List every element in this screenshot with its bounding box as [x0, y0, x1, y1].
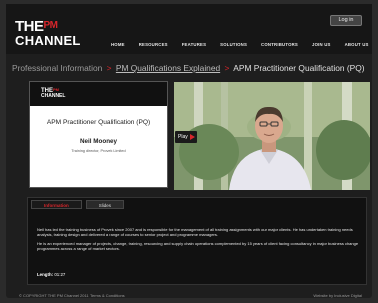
card-logo-pm: PM	[53, 87, 59, 92]
video-player[interactable]	[174, 82, 370, 190]
nav-item-resources[interactable]: RESOURCES	[132, 42, 175, 47]
info-tabs: Information Slides	[31, 200, 125, 209]
play-button[interactable]: Play	[175, 131, 197, 143]
breadcrumb-separator: >	[224, 63, 230, 73]
nav-item-contributors[interactable]: CONTRIBUTORS	[254, 42, 305, 47]
video-title-card: THEPM CHANNEL APM Practitioner Qualifica…	[29, 81, 168, 188]
login-button[interactable]: Log in	[330, 15, 362, 26]
nav-item-about-us[interactable]: ABOUT US	[338, 42, 376, 47]
nav-item-home[interactable]: HOME	[104, 42, 132, 47]
video-frame-image	[174, 82, 370, 190]
description-paragraph: He is an experienced manager of projects…	[37, 240, 359, 252]
tab-slides[interactable]: Slides	[85, 200, 125, 209]
site-header: THEPM CHANNEL Log in HOME RESOURCES FEAT…	[6, 4, 372, 54]
nav-item-features[interactable]: FEATURES	[175, 42, 213, 47]
length-value: 01:27	[54, 272, 66, 277]
breadcrumb-pm-qualifications[interactable]: PM Qualifications Explained	[116, 63, 220, 73]
play-label: Play	[178, 134, 188, 140]
description-paragraph: Neil has led the training business of Pr…	[37, 227, 353, 238]
logo-text-channel: CHANNEL	[15, 33, 81, 48]
nav-item-solutions[interactable]: SOLUTIONS	[213, 42, 254, 47]
breadcrumb-professional-information[interactable]: Professional Information	[12, 63, 102, 73]
play-icon	[190, 134, 195, 140]
breadcrumb-separator: >	[106, 63, 112, 73]
info-panel: Information Slides Neil has led the trai…	[27, 197, 367, 285]
video-length: Length: 01:27	[37, 272, 65, 277]
main-nav: HOME RESOURCES FEATURES SOLUTIONS CONTRI…	[104, 42, 376, 47]
site-footer: © COPYRIGHT THE PM Channel 2011 Terms & …	[6, 291, 372, 301]
card-logo: THEPM CHANNEL	[41, 88, 65, 99]
length-label: Length:	[37, 272, 54, 277]
copyright-text: © COPYRIGHT THE PM Channel 2011	[19, 293, 89, 298]
terms-link[interactable]: Terms & Conditions	[90, 293, 125, 298]
speaker-role: Training director, Provek Limited	[71, 149, 126, 153]
breadcrumb-current-page: APM Practitioner Qualification (PQ)	[233, 63, 365, 73]
tab-information[interactable]: Information	[31, 200, 82, 209]
card-title: APM Practitioner Qualification (PQ)	[46, 119, 151, 126]
site-logo[interactable]: THEPM CHANNEL	[15, 19, 81, 47]
website-credit-link[interactable]: Website by Inclusive Digital	[313, 293, 362, 298]
card-header: THEPM CHANNEL	[30, 82, 167, 106]
speaker-description: Neil has led the training business of Pr…	[37, 227, 359, 255]
nav-item-join-us[interactable]: JOIN US	[305, 42, 338, 47]
logo-text-pm: PM	[43, 20, 59, 31]
speaker-name: Neil Mooney	[79, 138, 118, 145]
page-frame: THEPM CHANNEL Log in HOME RESOURCES FEAT…	[6, 4, 372, 298]
card-logo-channel: CHANNEL	[41, 93, 66, 99]
breadcrumb: Professional Information > PM Qualificat…	[12, 63, 365, 73]
